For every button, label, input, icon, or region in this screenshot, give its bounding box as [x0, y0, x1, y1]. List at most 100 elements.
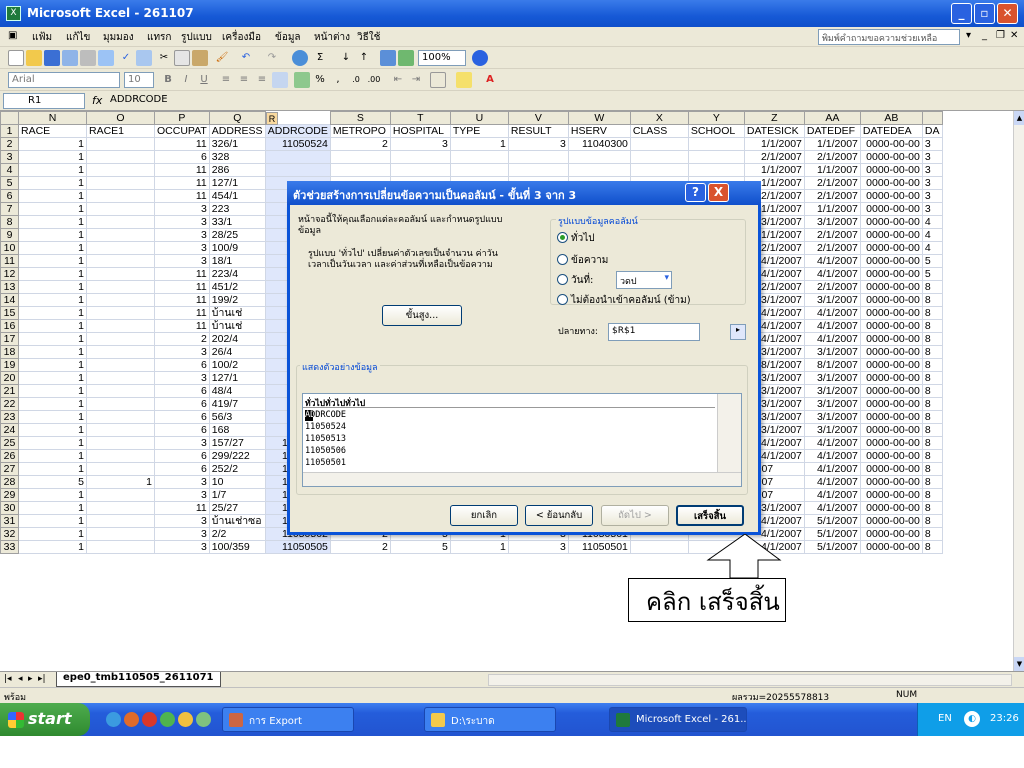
cell[interactable]: 18/1	[208, 254, 266, 268]
task-excel[interactable]: Microsoft Excel - 261...	[609, 707, 747, 732]
cell[interactable]: 1	[18, 280, 87, 294]
cell[interactable]: 1	[18, 137, 87, 151]
row-header[interactable]: 31	[0, 514, 19, 528]
cell[interactable]: 1	[18, 449, 87, 463]
cell[interactable]: 8	[921, 514, 943, 528]
cell[interactable]: 1/1/2007	[803, 202, 861, 216]
row-header[interactable]: 13	[0, 280, 19, 294]
dialog-close-button[interactable]: X	[708, 183, 729, 202]
cell[interactable]	[389, 163, 451, 177]
cell[interactable]: 5/1/2007	[803, 514, 861, 528]
cell[interactable]: 11	[154, 163, 210, 177]
radio-date[interactable]: วันที่:	[557, 273, 593, 288]
cell[interactable]: 8	[921, 345, 943, 359]
row-header[interactable]: 8	[0, 215, 19, 229]
cell[interactable]: 6	[154, 410, 210, 424]
permission-icon[interactable]	[62, 50, 78, 66]
cell[interactable]	[687, 163, 745, 177]
cell[interactable]: 4/1/2007	[803, 306, 861, 320]
cell[interactable]: 0000-00-00	[859, 462, 923, 476]
cell[interactable]: บ้านเช่	[208, 306, 266, 320]
cell[interactable]	[264, 163, 331, 177]
cell[interactable]: 4/1/2007	[803, 462, 861, 476]
cell[interactable]: 2/1/2007	[803, 150, 861, 164]
cell[interactable]: 1	[18, 189, 87, 203]
cell[interactable]	[86, 358, 155, 372]
cell[interactable]: 3/1/2007	[803, 371, 861, 385]
borders-icon[interactable]	[430, 72, 446, 88]
cell[interactable]: ADDRESS	[208, 124, 266, 138]
cell[interactable]: 3	[154, 371, 210, 385]
row-header[interactable]: 11	[0, 254, 19, 268]
cell[interactable]: 1	[18, 332, 87, 346]
row-header[interactable]: 19	[0, 358, 19, 372]
menu-insert[interactable]: แทรก	[147, 30, 171, 45]
cell[interactable]: 6	[154, 384, 210, 398]
radio-general[interactable]: ทั่วไป	[557, 231, 595, 246]
cell[interactable]: 1	[18, 358, 87, 372]
menu-tools[interactable]: เครื่องมือ	[222, 30, 261, 45]
save-icon[interactable]	[44, 50, 60, 66]
cell[interactable]: 5	[389, 540, 451, 554]
autosum-icon[interactable]: Σ	[312, 50, 328, 66]
decrease-indent-icon[interactable]: ⇤	[390, 72, 406, 88]
row-header[interactable]: 18	[0, 345, 19, 359]
firefox-icon[interactable]	[124, 712, 139, 727]
cell[interactable]: 0000-00-00	[859, 488, 923, 502]
cell[interactable]: 0000-00-00	[859, 189, 923, 203]
cell[interactable]: 3	[154, 345, 210, 359]
cell[interactable]	[629, 163, 689, 177]
language-indicator[interactable]: EN	[938, 713, 952, 724]
cell[interactable]	[86, 306, 155, 320]
copy-icon[interactable]	[174, 50, 190, 66]
menu-format[interactable]: รูปแบบ	[181, 30, 212, 45]
cell[interactable]: 11	[154, 280, 210, 294]
cell[interactable]: 33/1	[208, 215, 266, 229]
cell[interactable]	[86, 501, 155, 515]
cell[interactable]: 3	[507, 540, 569, 554]
cell[interactable]	[86, 241, 155, 255]
cell[interactable]	[86, 514, 155, 528]
cell[interactable]: RESULT	[507, 124, 569, 138]
cell[interactable]: 0000-00-00	[859, 228, 923, 242]
spelling-icon[interactable]: ✓	[118, 50, 134, 66]
cell[interactable]: 0000-00-00	[859, 410, 923, 424]
cell[interactable]: 11	[154, 189, 210, 203]
cell[interactable]: 1	[18, 215, 87, 229]
cell[interactable]: 1	[18, 540, 87, 554]
cell[interactable]: 2	[154, 332, 210, 346]
cell[interactable]	[86, 228, 155, 242]
new-icon[interactable]	[8, 50, 24, 66]
cell[interactable]: 299/222	[208, 449, 266, 463]
cell[interactable]: 4/1/2007	[803, 449, 861, 463]
messenger-icon[interactable]	[160, 712, 175, 727]
media-icon[interactable]	[142, 712, 157, 727]
back-button[interactable]: < ย้อนกลับ	[525, 505, 593, 526]
cell[interactable]	[86, 215, 155, 229]
column-header[interactable]: Y	[687, 111, 745, 125]
cell[interactable]: 2/1/2007	[803, 280, 861, 294]
sort-ascending-icon[interactable]: ↓	[338, 50, 354, 66]
help-question-box[interactable]: พิมพ์คำถามขอความช่วยเหลือ	[818, 29, 960, 45]
select-all-corner[interactable]	[0, 111, 19, 125]
row-header[interactable]: 32	[0, 527, 19, 541]
cell[interactable]	[86, 423, 155, 437]
format-painter-icon[interactable]: 🖌	[214, 50, 230, 66]
row-header[interactable]: 3	[0, 150, 19, 164]
cell[interactable]	[86, 345, 155, 359]
cell[interactable]	[629, 137, 689, 151]
row-header[interactable]: 27	[0, 462, 19, 476]
row-header[interactable]: 20	[0, 371, 19, 385]
cell[interactable]: 8	[921, 280, 943, 294]
cell[interactable]: 1/1/2007	[743, 163, 805, 177]
cell[interactable]: 8	[921, 488, 943, 502]
cell[interactable]: 3	[154, 254, 210, 268]
cell[interactable]	[86, 449, 155, 463]
row-header[interactable]: 21	[0, 384, 19, 398]
advanced-button[interactable]: ขั้นสูง...	[382, 305, 462, 326]
row-header[interactable]: 23	[0, 410, 19, 424]
cell[interactable]: 0000-00-00	[859, 358, 923, 372]
cell[interactable]: 1	[18, 410, 87, 424]
cell[interactable]	[507, 150, 569, 164]
row-header[interactable]: 9	[0, 228, 19, 242]
